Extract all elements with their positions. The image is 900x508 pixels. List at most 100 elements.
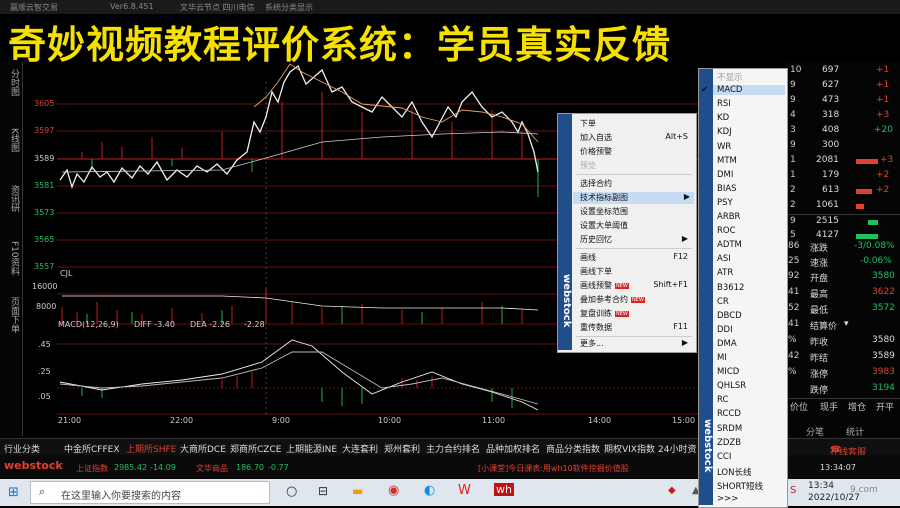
menu-item-history[interactable]: 历史回忆 ▶	[580, 234, 692, 246]
volume-tick-16000: 16000	[32, 282, 58, 291]
submenu-item-cci[interactable]: CCI	[717, 452, 785, 462]
tab-dce[interactable]: 大商所DCE	[180, 442, 226, 455]
menu-item-axis-range[interactable]: 设置坐标范围	[580, 206, 692, 218]
menu-item-replay-training[interactable]: 复盘训练 NEW	[580, 308, 692, 320]
indicator-label: CJL	[60, 269, 73, 278]
new-badge: NEW	[631, 296, 645, 303]
search-input[interactable]: 在这里输入你要搜索的内容	[61, 487, 181, 502]
submenu-item-zdzb[interactable]: ZDZB	[717, 438, 785, 448]
price-tick-3597: 3597	[34, 126, 55, 135]
menu-item-draw-line-order[interactable]: 画线下单	[580, 266, 692, 278]
menu-item-price-alert[interactable]: 价格预警	[580, 146, 692, 158]
chrome-icon[interactable]: ◉	[388, 483, 399, 498]
submenu-item-kd[interactable]: KD	[717, 113, 785, 123]
tab-24h[interactable]: 24小时资	[658, 442, 696, 455]
menu-item-draw-line[interactable]: 画线 F12	[580, 252, 692, 264]
submenu-item-mtm[interactable]: MTM	[717, 156, 785, 166]
submenu-item-macd[interactable]: ✔ MACD	[701, 85, 785, 96]
submenu-item-kdj[interactable]: KDJ	[717, 127, 785, 137]
submenu-item-adtm[interactable]: ADTM	[717, 240, 785, 250]
tab-f10[interactable]: F10资料	[2, 234, 20, 282]
submenu-item-bias[interactable]: BIAS	[717, 184, 785, 194]
submenu-item-rc[interactable]: RC	[717, 395, 785, 405]
app-name: 赢顺云智交易	[10, 3, 58, 12]
macd-tick-3: .05	[38, 392, 51, 401]
tab-order-page[interactable]: 页面下单	[2, 290, 20, 340]
tab-main-rank[interactable]: 主力合约排名	[426, 442, 480, 455]
index-value: 2985.42	[114, 463, 148, 472]
submenu-item-rccd[interactable]: RCCD	[717, 409, 785, 419]
commodity-value: 186.70	[236, 463, 264, 472]
submenu-item-rsi[interactable]: RSI	[717, 99, 785, 109]
submenu-item-psy[interactable]: PSY	[717, 198, 785, 208]
tab-commodity-index[interactable]: 商品分类指数	[546, 442, 600, 455]
submenu-item-dbcd[interactable]: DBCD	[717, 311, 785, 321]
task-view-icon[interactable]: ○	[286, 484, 297, 499]
quote-row: 3 408 +20	[790, 125, 893, 135]
file-explorer-icon[interactable]: ▬	[352, 484, 363, 498]
quote-row: 1 179 +2	[790, 170, 890, 180]
menu-item-indicator-subchart[interactable]: 技术指标副图 ▶	[573, 192, 694, 204]
price-tick-3573: 3573	[34, 208, 55, 217]
tab-timeshare[interactable]: 分时图	[2, 64, 20, 100]
browser-icon[interactable]: ◐	[424, 483, 435, 498]
panel-tabs[interactable]: 分笔 统计	[786, 424, 900, 438]
menu-item-select-contract[interactable]: 选择合约	[580, 178, 692, 190]
submenu-item-roc[interactable]: ROC	[717, 226, 785, 236]
tab-vix-index[interactable]: 期权VIX指数	[604, 442, 655, 455]
price-tick-3589: 3589	[34, 154, 55, 163]
menu-item-overlay-contract[interactable]: 叠加参考合约 NEW	[580, 294, 692, 306]
submenu-item-[interactable]: 不显示	[717, 71, 785, 83]
widgets-icon[interactable]: ⊟	[318, 484, 328, 498]
submenu-item->>>[interactable]: >>>	[717, 494, 785, 504]
tab-czce[interactable]: 郑商所CZCE	[230, 442, 281, 455]
submenu-item-short[interactable]: SHORT短线	[717, 480, 785, 492]
submenu-item-arbr[interactable]: ARBR	[717, 212, 785, 222]
wenhua-app-icon[interactable]: wh	[494, 483, 514, 496]
quote-row: 9 2515	[786, 214, 900, 229]
submenu-item-wr[interactable]: WR	[717, 142, 785, 152]
tray-icon[interactable]: ◆	[668, 485, 676, 496]
menu-item-order[interactable]: 下单	[580, 118, 692, 130]
submenu-item-label: ATR	[717, 268, 734, 279]
tab-industry[interactable]: 行业分类	[4, 442, 40, 455]
tab-zhengzhou-arb[interactable]: 郑州套利	[384, 442, 420, 455]
menu-item-more[interactable]: 更多... ▶	[580, 338, 692, 350]
submenu-item-b3612[interactable]: B3612	[717, 283, 785, 293]
menu-item-reload-data[interactable]: 重传数据 F11	[580, 322, 692, 334]
submenu-item-atr[interactable]: ATR	[717, 268, 785, 278]
submenu-item-micd[interactable]: MICD	[717, 367, 785, 377]
submenu-item-lon[interactable]: LON长线	[717, 466, 785, 478]
news-ticker[interactable]: [小课堂]今日课表:用wh10软件挖掘价值股	[478, 463, 629, 474]
stat-row[interactable]: 41 结算价 ▾	[786, 318, 900, 332]
submenu-item-qhlsr[interactable]: QHLSR	[717, 381, 785, 391]
submenu-item-label: DBCD	[717, 310, 742, 321]
tab-ine[interactable]: 上期能源INE	[286, 442, 337, 455]
tab-news[interactable]: 资讯研	[2, 178, 20, 218]
tab-kline[interactable]: K线图	[2, 122, 20, 158]
submenu-item-mi[interactable]: MI	[717, 353, 785, 363]
tab-shfe[interactable]: 上期所SHFE	[126, 442, 176, 455]
menu-item-draw-line-alert[interactable]: 画线预警 NEW Shift+F1	[580, 280, 692, 292]
sogou-icon[interactable]: S	[790, 485, 796, 496]
menu-item-big-order-threshold[interactable]: 设置大单阈值	[580, 220, 692, 232]
taskbar-search[interactable]: ⌕ 在这里输入你要搜索的内容	[30, 481, 270, 504]
submenu-item-asi[interactable]: ASI	[717, 254, 785, 264]
windows-start-icon[interactable]: ⊞	[8, 485, 19, 500]
new-badge: NEW	[615, 310, 629, 317]
wps-icon[interactable]: W	[458, 483, 471, 498]
submenu-item-cr[interactable]: CR	[717, 297, 785, 307]
submenu-item-dmi[interactable]: DMI	[717, 170, 785, 180]
tab-cffex[interactable]: 中金所CFFEX	[64, 442, 120, 455]
macd-tick-2: .25	[38, 367, 51, 376]
quote-row: 10 697 +1	[790, 65, 890, 75]
submenu-item-srdm[interactable]: SRDM	[717, 424, 785, 434]
tab-dalian-arb[interactable]: 大连套利	[342, 442, 378, 455]
tab-weighted-rank[interactable]: 品种加权排名	[486, 442, 540, 455]
submenu-item-ddi[interactable]: DDI	[717, 325, 785, 335]
macd-indicator-label[interactable]: MACD(12,26,9)	[58, 320, 119, 329]
menu-item-add-watchlist[interactable]: 加入自选 Alt+S	[580, 132, 692, 144]
clock-time[interactable]: 13:34	[808, 481, 834, 491]
status-time: 13:34:07	[820, 463, 856, 472]
submenu-item-dma[interactable]: DMA	[717, 339, 785, 349]
